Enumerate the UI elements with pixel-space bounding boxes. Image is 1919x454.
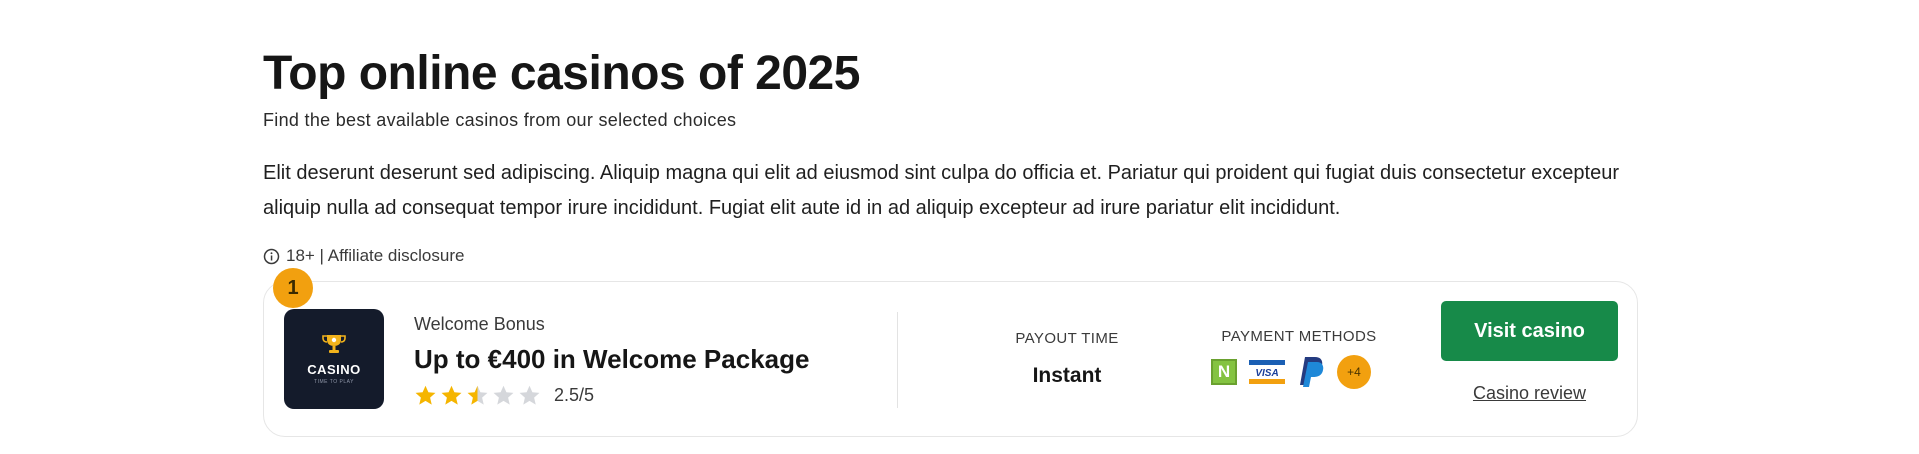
star-empty-icon — [518, 384, 541, 407]
payout-time-value: Instant — [1032, 364, 1102, 387]
page-subtitle: Find the best available casinos from our… — [263, 110, 737, 130]
visa-icon: VISA — [1249, 360, 1285, 384]
logo-wordmark: CASINO — [307, 361, 361, 377]
payout-time-label: PAYOUT TIME — [1015, 330, 1119, 347]
more-payment-methods-badge[interactable]: +4 — [1337, 355, 1371, 389]
card-divider — [897, 312, 898, 408]
star-full-icon — [414, 384, 437, 407]
casino-card: 1 CASINO TIME TO PLAY Welcome Bonus Up t… — [263, 268, 1638, 437]
intro-paragraph: Elit deserunt deserunt sed adipiscing. A… — [263, 162, 1620, 219]
star-rating: 2.5/5 — [414, 384, 594, 407]
star-empty-icon — [492, 384, 515, 407]
casino-logo[interactable]: CASINO TIME TO PLAY — [284, 309, 384, 409]
bonus-title: Up to €400 in Welcome Package — [414, 344, 810, 374]
neteller-icon: N — [1211, 359, 1237, 385]
payment-methods-list: N VISA +4 — [1211, 355, 1371, 389]
casino-review-link[interactable]: Casino review — [1441, 383, 1618, 404]
logo-tagline: TIME TO PLAY — [314, 378, 354, 385]
rank-badge: 1 — [273, 268, 313, 308]
star-half-icon — [466, 384, 489, 407]
visa-glyph: VISA — [1255, 368, 1278, 379]
affiliate-disclosure-text: 18+ | Affiliate disclosure — [286, 246, 465, 265]
trophy-icon — [322, 334, 346, 359]
rating-value: 2.5/5 — [554, 385, 595, 405]
star-full-icon — [440, 384, 463, 407]
page: Top online casinos of 2025 Find the best… — [0, 0, 1919, 454]
page-title: Top online casinos of 2025 — [263, 47, 860, 100]
info-icon — [263, 248, 280, 265]
bonus-label: Welcome Bonus — [414, 314, 545, 334]
paypal-icon — [1297, 355, 1325, 389]
visit-casino-button[interactable]: Visit casino — [1441, 301, 1618, 361]
affiliate-disclosure[interactable]: 18+ | Affiliate disclosure — [263, 246, 464, 266]
payment-methods-label: PAYMENT METHODS — [1221, 328, 1377, 345]
